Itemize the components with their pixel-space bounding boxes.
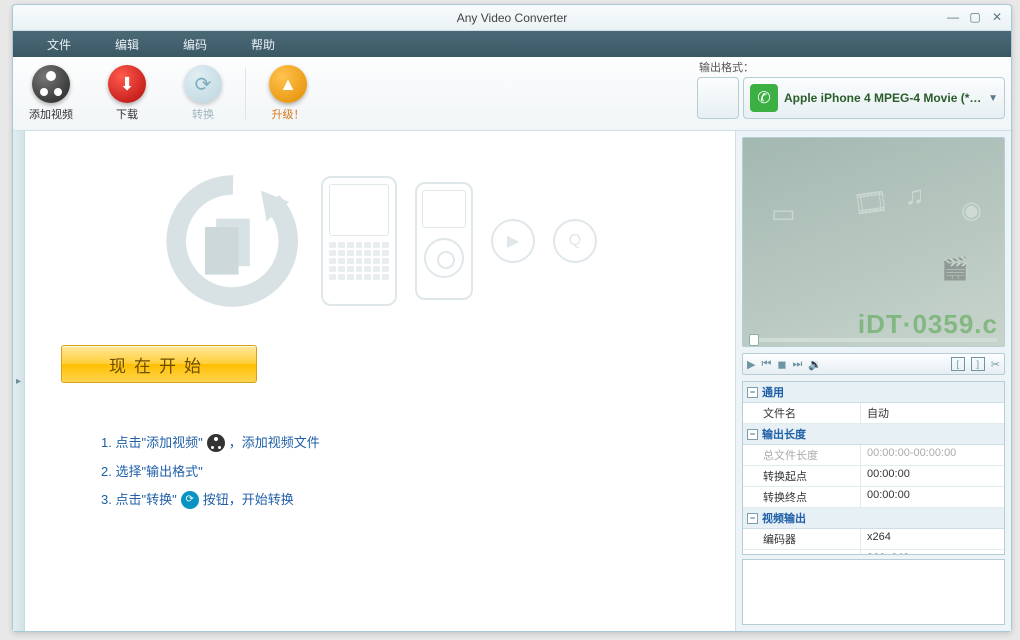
window-controls: — ▢ ✕	[945, 9, 1005, 25]
maximize-button[interactable]: ▢	[967, 9, 983, 25]
prop-end[interactable]: 转换终点00:00:00	[743, 487, 1004, 508]
info-panel	[742, 559, 1005, 625]
step-3: 3. 点击"转换" ⟳ 按钮，开始转换	[101, 486, 699, 515]
step-2: 2. 选择"输出格式"	[101, 458, 699, 487]
content-panel: ▶ Q 现在开始 1. 点击"添加视频" ，添加视频文件 2. 选择"输出格式"…	[25, 131, 735, 631]
download-icon: ⬇	[108, 65, 146, 103]
next-button[interactable]: ⏭	[793, 358, 803, 371]
output-format-select[interactable]: ✆ Apple iPhone 4 MPEG-4 Movie (*.... ▼	[743, 77, 1005, 119]
prev-button[interactable]: ⏮	[761, 358, 771, 371]
step-1: 1. 点击"添加视频" ，添加视频文件	[101, 429, 699, 458]
instruction-steps: 1. 点击"添加视频" ，添加视频文件 2. 选择"输出格式" 3. 点击"转换…	[61, 429, 699, 515]
mark-in-button[interactable]: [	[951, 357, 965, 371]
add-video-button[interactable]: 添加视频	[13, 61, 89, 126]
apple-profile-button[interactable]	[697, 77, 739, 119]
stop-button[interactable]: ◼	[777, 358, 786, 371]
quicktime-circle-icon: Q	[553, 219, 597, 263]
player-controls: ▶ ⏮ ◼ ⏭ 🔉 [ ] ✂	[742, 353, 1005, 375]
menu-encode[interactable]: 编码	[161, 31, 229, 57]
convert-icon: ⟳	[184, 65, 222, 103]
disc-icon: ◉	[961, 196, 982, 225]
group-output-length[interactable]: −输出长度	[743, 424, 1004, 445]
phone-illustration	[321, 176, 397, 306]
app-title: Any Video Converter	[457, 11, 568, 25]
collapse-toggle-icon[interactable]: −	[747, 387, 758, 398]
film-reel-icon	[32, 65, 70, 103]
upgrade-icon: ▲	[269, 65, 307, 103]
play-circle-icon: ▶	[491, 219, 535, 263]
preview-pane: ▭ 🎞 ♫ ◉ 🎬 iDT·0359.c	[742, 137, 1005, 347]
prop-filename[interactable]: 文件名自动	[743, 403, 1004, 424]
start-now-button[interactable]: 现在开始	[61, 345, 257, 383]
prop-total-length: 总文件长度00:00:00-00:00:00	[743, 445, 1004, 466]
collapse-toggle-icon[interactable]: −	[747, 429, 758, 440]
snapshot-button[interactable]: ✂	[991, 358, 1000, 371]
menu-help[interactable]: 帮助	[229, 31, 297, 57]
illustration: ▶ Q	[61, 151, 699, 331]
output-format-section: 输出格式： ✆ Apple iPhone 4 MPEG-4 Movie (*..…	[697, 59, 1005, 119]
prop-encoder[interactable]: 编码器x264	[743, 529, 1004, 550]
menu-edit[interactable]: 编辑	[93, 31, 161, 57]
properties-panel: −通用 文件名自动 −输出长度 总文件长度00:00:00-00:00:00 转…	[742, 381, 1005, 555]
group-general[interactable]: −通用	[743, 382, 1004, 403]
minimize-button[interactable]: —	[945, 9, 961, 25]
mark-out-button[interactable]: ]	[971, 357, 985, 371]
music-note-icon: ♫	[905, 180, 925, 211]
clapper-icon: 🎬	[941, 256, 968, 282]
group-video-output[interactable]: −视频输出	[743, 508, 1004, 529]
chevron-down-icon: ▼	[988, 93, 998, 104]
upgrade-button[interactable]: ▲ 升级！	[250, 61, 326, 126]
watermark-text: iDT·0359.c	[858, 309, 998, 340]
tablet-icon: ▭	[771, 198, 796, 229]
toolbar: 添加视频 ⬇ 下载 ⟳ 转换 ▲ 升级！ 输出格式： ✆ Apple iPhon…	[13, 57, 1011, 131]
close-button[interactable]: ✕	[989, 9, 1005, 25]
toolbar-separator	[245, 68, 246, 120]
convert-button[interactable]: ⟳ 转换	[165, 61, 241, 126]
convert-icon: ⟳	[181, 491, 199, 509]
ipod-illustration	[415, 182, 473, 300]
titlebar: Any Video Converter — ▢ ✕	[13, 5, 1011, 31]
play-button[interactable]: ▶	[747, 358, 755, 371]
menu-file[interactable]: 文件	[25, 31, 93, 57]
preview-seekbar[interactable]	[749, 338, 998, 342]
cycle-icon	[163, 171, 303, 311]
prop-size[interactable]: 大小960x640	[743, 550, 1004, 555]
menubar: 文件 编辑 编码 帮助	[13, 31, 1011, 57]
film-reel-icon	[207, 434, 225, 452]
film-icon: 🎞	[851, 184, 891, 222]
download-button[interactable]: ⬇ 下载	[89, 61, 165, 126]
main-area: ▸ ▶ Q 现在开始 1. 点击"添加视频"	[13, 131, 1011, 631]
left-panel-handle[interactable]: ▸	[13, 131, 25, 631]
output-format-label: 输出格式：	[697, 59, 1005, 75]
prop-start[interactable]: 转换起点00:00:00	[743, 466, 1004, 487]
side-panel: ▭ 🎞 ♫ ◉ 🎬 iDT·0359.c ▶ ⏮ ◼ ⏭ 🔉 [ ] ✂	[735, 131, 1011, 631]
collapse-toggle-icon[interactable]: −	[747, 513, 758, 524]
app-window: Any Video Converter — ▢ ✕ 文件 编辑 编码 帮助 添加…	[12, 4, 1012, 632]
phone-icon: ✆	[750, 84, 778, 112]
volume-button[interactable]: 🔉	[808, 358, 822, 371]
